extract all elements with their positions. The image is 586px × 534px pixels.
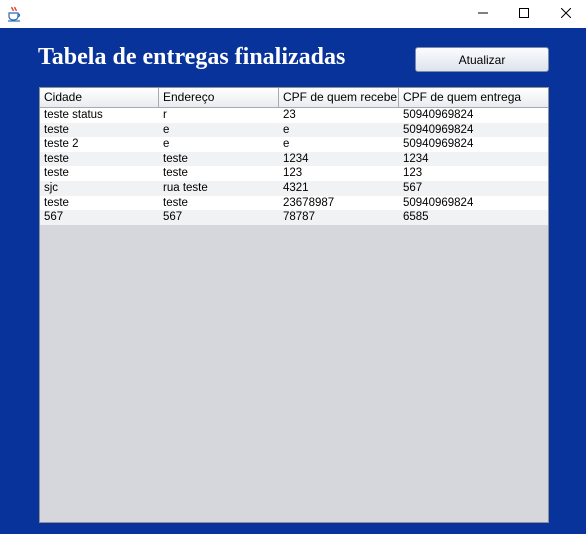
cell-cidade: teste <box>44 196 69 209</box>
table-row[interactable]: sjc rua teste 4321 567 <box>40 180 548 196</box>
cell-cpf-recebe: 23 <box>283 109 296 121</box>
java-coffee-cup-icon[interactable] <box>6 6 22 22</box>
cell-cpf-entrega: 6585 <box>403 211 429 224</box>
close-icon <box>560 5 572 23</box>
table-row[interactable]: teste teste 23678987 50940969824 <box>40 195 548 211</box>
cell-cpf-entrega: 123 <box>403 167 423 180</box>
cell-cpf-recebe: 123 <box>283 167 303 180</box>
table-row[interactable]: teste 2 e e 50940969824 <box>40 137 548 152</box>
cell-endereco: e <box>163 123 170 136</box>
cell-cpf-recebe: 1234 <box>283 152 309 165</box>
cell-cpf-entrega: 50940969824 <box>403 138 474 151</box>
close-button[interactable] <box>543 0 586 28</box>
cell-cpf-entrega: 567 <box>403 181 423 194</box>
column-header-cpf-entrega[interactable]: CPF de quem entrega <box>399 88 548 107</box>
cell-cpf-entrega: 50940969824 <box>403 123 474 136</box>
minimize-icon <box>478 5 488 23</box>
cell-cidade: sjc <box>44 181 59 194</box>
cell-endereco: rua teste <box>163 181 208 194</box>
table-body: teste status r 23 50940969824 teste e e … <box>40 108 548 225</box>
cell-endereco: 567 <box>163 211 183 224</box>
cell-cidade: teste 2 <box>44 138 79 151</box>
cell-cpf-recebe: 23678987 <box>283 196 335 209</box>
cell-cpf-recebe: e <box>283 138 290 151</box>
table-row[interactable]: 567 567 78787 6585 <box>40 210 548 225</box>
cell-cpf-entrega: 50940969824 <box>403 109 474 121</box>
cell-endereco: teste <box>163 167 188 180</box>
cell-cpf-recebe: 78787 <box>283 211 315 224</box>
cell-cidade: teste <box>44 123 69 136</box>
table-row[interactable]: teste e e 50940969824 <box>40 122 548 138</box>
column-header-cidade[interactable]: Cidade <box>40 88 159 107</box>
maximize-icon <box>519 5 529 23</box>
cell-endereco: teste <box>163 152 188 165</box>
cell-endereco: r <box>163 109 167 121</box>
cell-cidade: 567 <box>44 211 64 224</box>
cell-cpf-recebe: e <box>283 123 290 136</box>
table-row[interactable]: teste status r 23 50940969824 <box>40 108 548 123</box>
refresh-button[interactable]: Atualizar <box>415 47 549 72</box>
main-panel: Tabela de entregas finalizadas Atualizar… <box>0 28 586 534</box>
table-row[interactable]: teste teste 1234 1234 <box>40 151 548 167</box>
cell-endereco: e <box>163 138 170 151</box>
cell-cidade: teste status <box>44 109 103 121</box>
page-title: Tabela de entregas finalizadas <box>38 44 346 70</box>
deliveries-table[interactable]: Cidade Endereço CPF de quem recebe CPF d… <box>39 87 549 523</box>
table-header: Cidade Endereço CPF de quem recebe CPF d… <box>40 88 548 108</box>
maximize-button[interactable] <box>501 0 547 28</box>
cell-cidade: teste <box>44 152 69 165</box>
cell-cidade: teste <box>44 167 69 180</box>
title-bar <box>0 0 586 28</box>
minimize-button[interactable] <box>460 0 506 28</box>
column-header-endereco[interactable]: Endereço <box>159 88 279 107</box>
table-row[interactable]: teste teste 123 123 <box>40 166 548 181</box>
column-header-cpf-recebe[interactable]: CPF de quem recebe <box>279 88 399 107</box>
cell-cpf-entrega: 1234 <box>403 152 429 165</box>
cell-cpf-entrega: 50940969824 <box>403 196 474 209</box>
cell-endereco: teste <box>163 196 188 209</box>
cell-cpf-recebe: 4321 <box>283 181 309 194</box>
